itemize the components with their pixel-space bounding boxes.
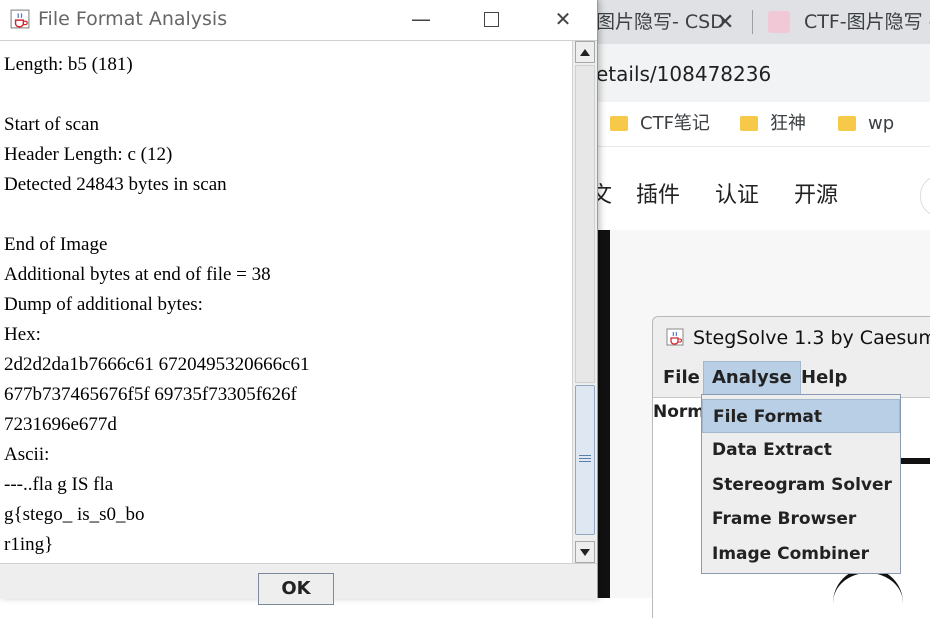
text-line: Detected 24843 bytes in scan	[4, 174, 227, 195]
bookmark-label: wp	[868, 113, 895, 134]
menu-help[interactable]: Help	[793, 361, 855, 395]
menu-item-data-extract[interactable]: Data Extract	[702, 433, 900, 467]
text-line	[4, 80, 310, 110]
text-line: 2d2d2da1b7666c61 6720495320666c61	[4, 354, 310, 375]
tab-favicon-icon	[768, 11, 790, 33]
folder-icon	[740, 116, 758, 131]
close-button[interactable]: ✕	[540, 0, 586, 40]
analyse-dropdown-menu: File Format Data Extract Stereogram Solv…	[701, 394, 901, 574]
scroll-thumb[interactable]	[575, 385, 595, 535]
menu-file[interactable]: File	[655, 361, 708, 395]
menu-item-frame-browser[interactable]: Frame Browser	[702, 502, 900, 536]
text-line: Hex:	[4, 324, 41, 345]
bookmark-kuangshen[interactable]: 狂神	[740, 112, 806, 136]
bookmark-label: 狂神	[770, 113, 806, 134]
text-line	[4, 200, 310, 230]
minimize-button[interactable]: —	[398, 0, 444, 40]
dialog-title: File Format Analysis	[38, 8, 228, 30]
bookmark-label: CTF笔记	[640, 113, 710, 134]
search-pill[interactable]	[920, 175, 930, 217]
ok-button[interactable]: OK	[258, 573, 334, 605]
nav-item-certification[interactable]: 认证	[715, 177, 759, 209]
bookmark-ctf-notes[interactable]: CTF笔记	[610, 112, 710, 136]
arrow-down-icon	[580, 549, 590, 556]
url-text[interactable]: etails/108478236	[596, 62, 771, 86]
text-line: End of Image	[4, 234, 108, 255]
text-line: 677b737465676f5f 69735f73305f626f	[4, 384, 297, 405]
scroll-down-button[interactable]	[575, 541, 595, 563]
scroll-track[interactable]	[575, 65, 595, 383]
text-line: 7231696e677d	[4, 414, 117, 435]
folder-icon	[610, 116, 628, 131]
stegsolve-menubar: File Analyse Help	[653, 361, 930, 395]
folder-icon	[838, 116, 856, 131]
menu-analyse[interactable]: Analyse	[703, 361, 801, 395]
menu-item-stereogram-solver[interactable]: Stereogram Solver	[702, 468, 900, 502]
java-cup-icon	[666, 328, 684, 346]
page-dark-strip	[598, 230, 610, 598]
site-nav: 文 插件 认证 开源	[590, 146, 930, 231]
browser-tab-ctf[interactable]: CTF-图片隐写 -	[804, 6, 930, 38]
analysis-text: Maximum node Length: b5 (181) Start of s…	[4, 41, 310, 560]
dialog-button-bar: OK	[0, 563, 597, 605]
maximize-icon	[483, 12, 499, 27]
text-line: Header Length: c (12)	[4, 144, 173, 165]
text-line: Dump of additional bytes:	[4, 294, 203, 315]
menu-item-image-combiner[interactable]: Image Combiner	[702, 537, 900, 571]
text-line: r1ing}	[4, 534, 54, 555]
java-cup-icon	[10, 9, 30, 29]
menu-item-file-format[interactable]: File Format	[702, 399, 900, 433]
file-format-analysis-dialog: File Format Analysis — ✕ Maximum node Le…	[0, 0, 598, 605]
grip-icon	[579, 455, 591, 456]
nav-item-opensource[interactable]: 开源	[794, 177, 838, 209]
dialog-titlebar[interactable]: File Format Analysis — ✕	[0, 0, 597, 41]
bookmarks-bar: CTF笔记 狂神 wp	[586, 102, 930, 146]
tab-close-icon[interactable]: ✕	[716, 6, 734, 38]
text-line: Maximum node	[4, 41, 310, 50]
image-mode-label: Norm	[653, 402, 706, 422]
text-line: g{stego_ is_s0_bo	[4, 504, 145, 525]
scroll-up-button[interactable]	[575, 41, 595, 63]
text-line: Start of scan	[4, 114, 99, 135]
address-bar[interactable]: etails/108478236	[586, 52, 930, 96]
text-line: ---..fla g IS fla	[4, 474, 114, 495]
bookmark-wp[interactable]: wp	[838, 112, 894, 136]
tab-separator	[752, 10, 753, 34]
text-line: Ascii:	[4, 444, 50, 465]
vertical-scrollbar[interactable]	[572, 41, 597, 563]
arrow-up-icon	[580, 49, 590, 56]
nav-item-plugins[interactable]: 插件	[636, 177, 680, 209]
text-line: Additional bytes at end of file = 38	[4, 264, 271, 285]
image-stroke	[833, 568, 903, 613]
maximize-button[interactable]	[468, 0, 514, 40]
analysis-text-area[interactable]: Maximum node Length: b5 (181) Start of s…	[0, 41, 572, 563]
text-line: Length: b5 (181)	[4, 54, 133, 75]
stegsolve-title: StegSolve 1.3 by Caesum	[693, 327, 930, 349]
